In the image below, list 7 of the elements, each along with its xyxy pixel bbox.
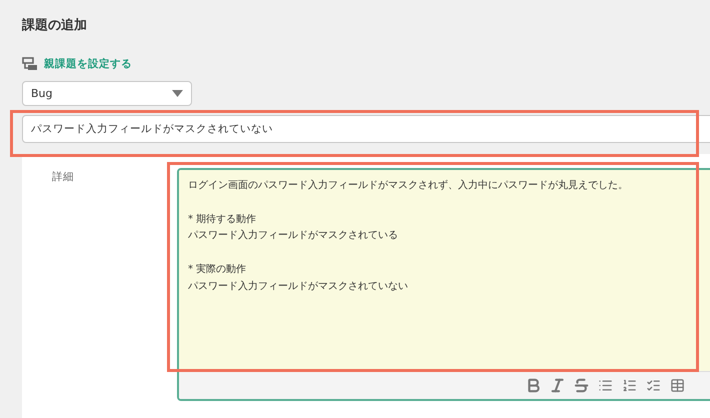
strikethrough-button[interactable] xyxy=(572,376,591,395)
summary-field[interactable]: パスワード入力フィールドがマスクされていない xyxy=(22,115,710,143)
detail-label: 詳細 xyxy=(52,170,75,184)
hierarchy-icon xyxy=(22,57,38,71)
page-title: 課題の追加 xyxy=(22,17,88,35)
caret-icon xyxy=(172,90,183,97)
issue-type-select[interactable]: Bug xyxy=(22,81,192,106)
